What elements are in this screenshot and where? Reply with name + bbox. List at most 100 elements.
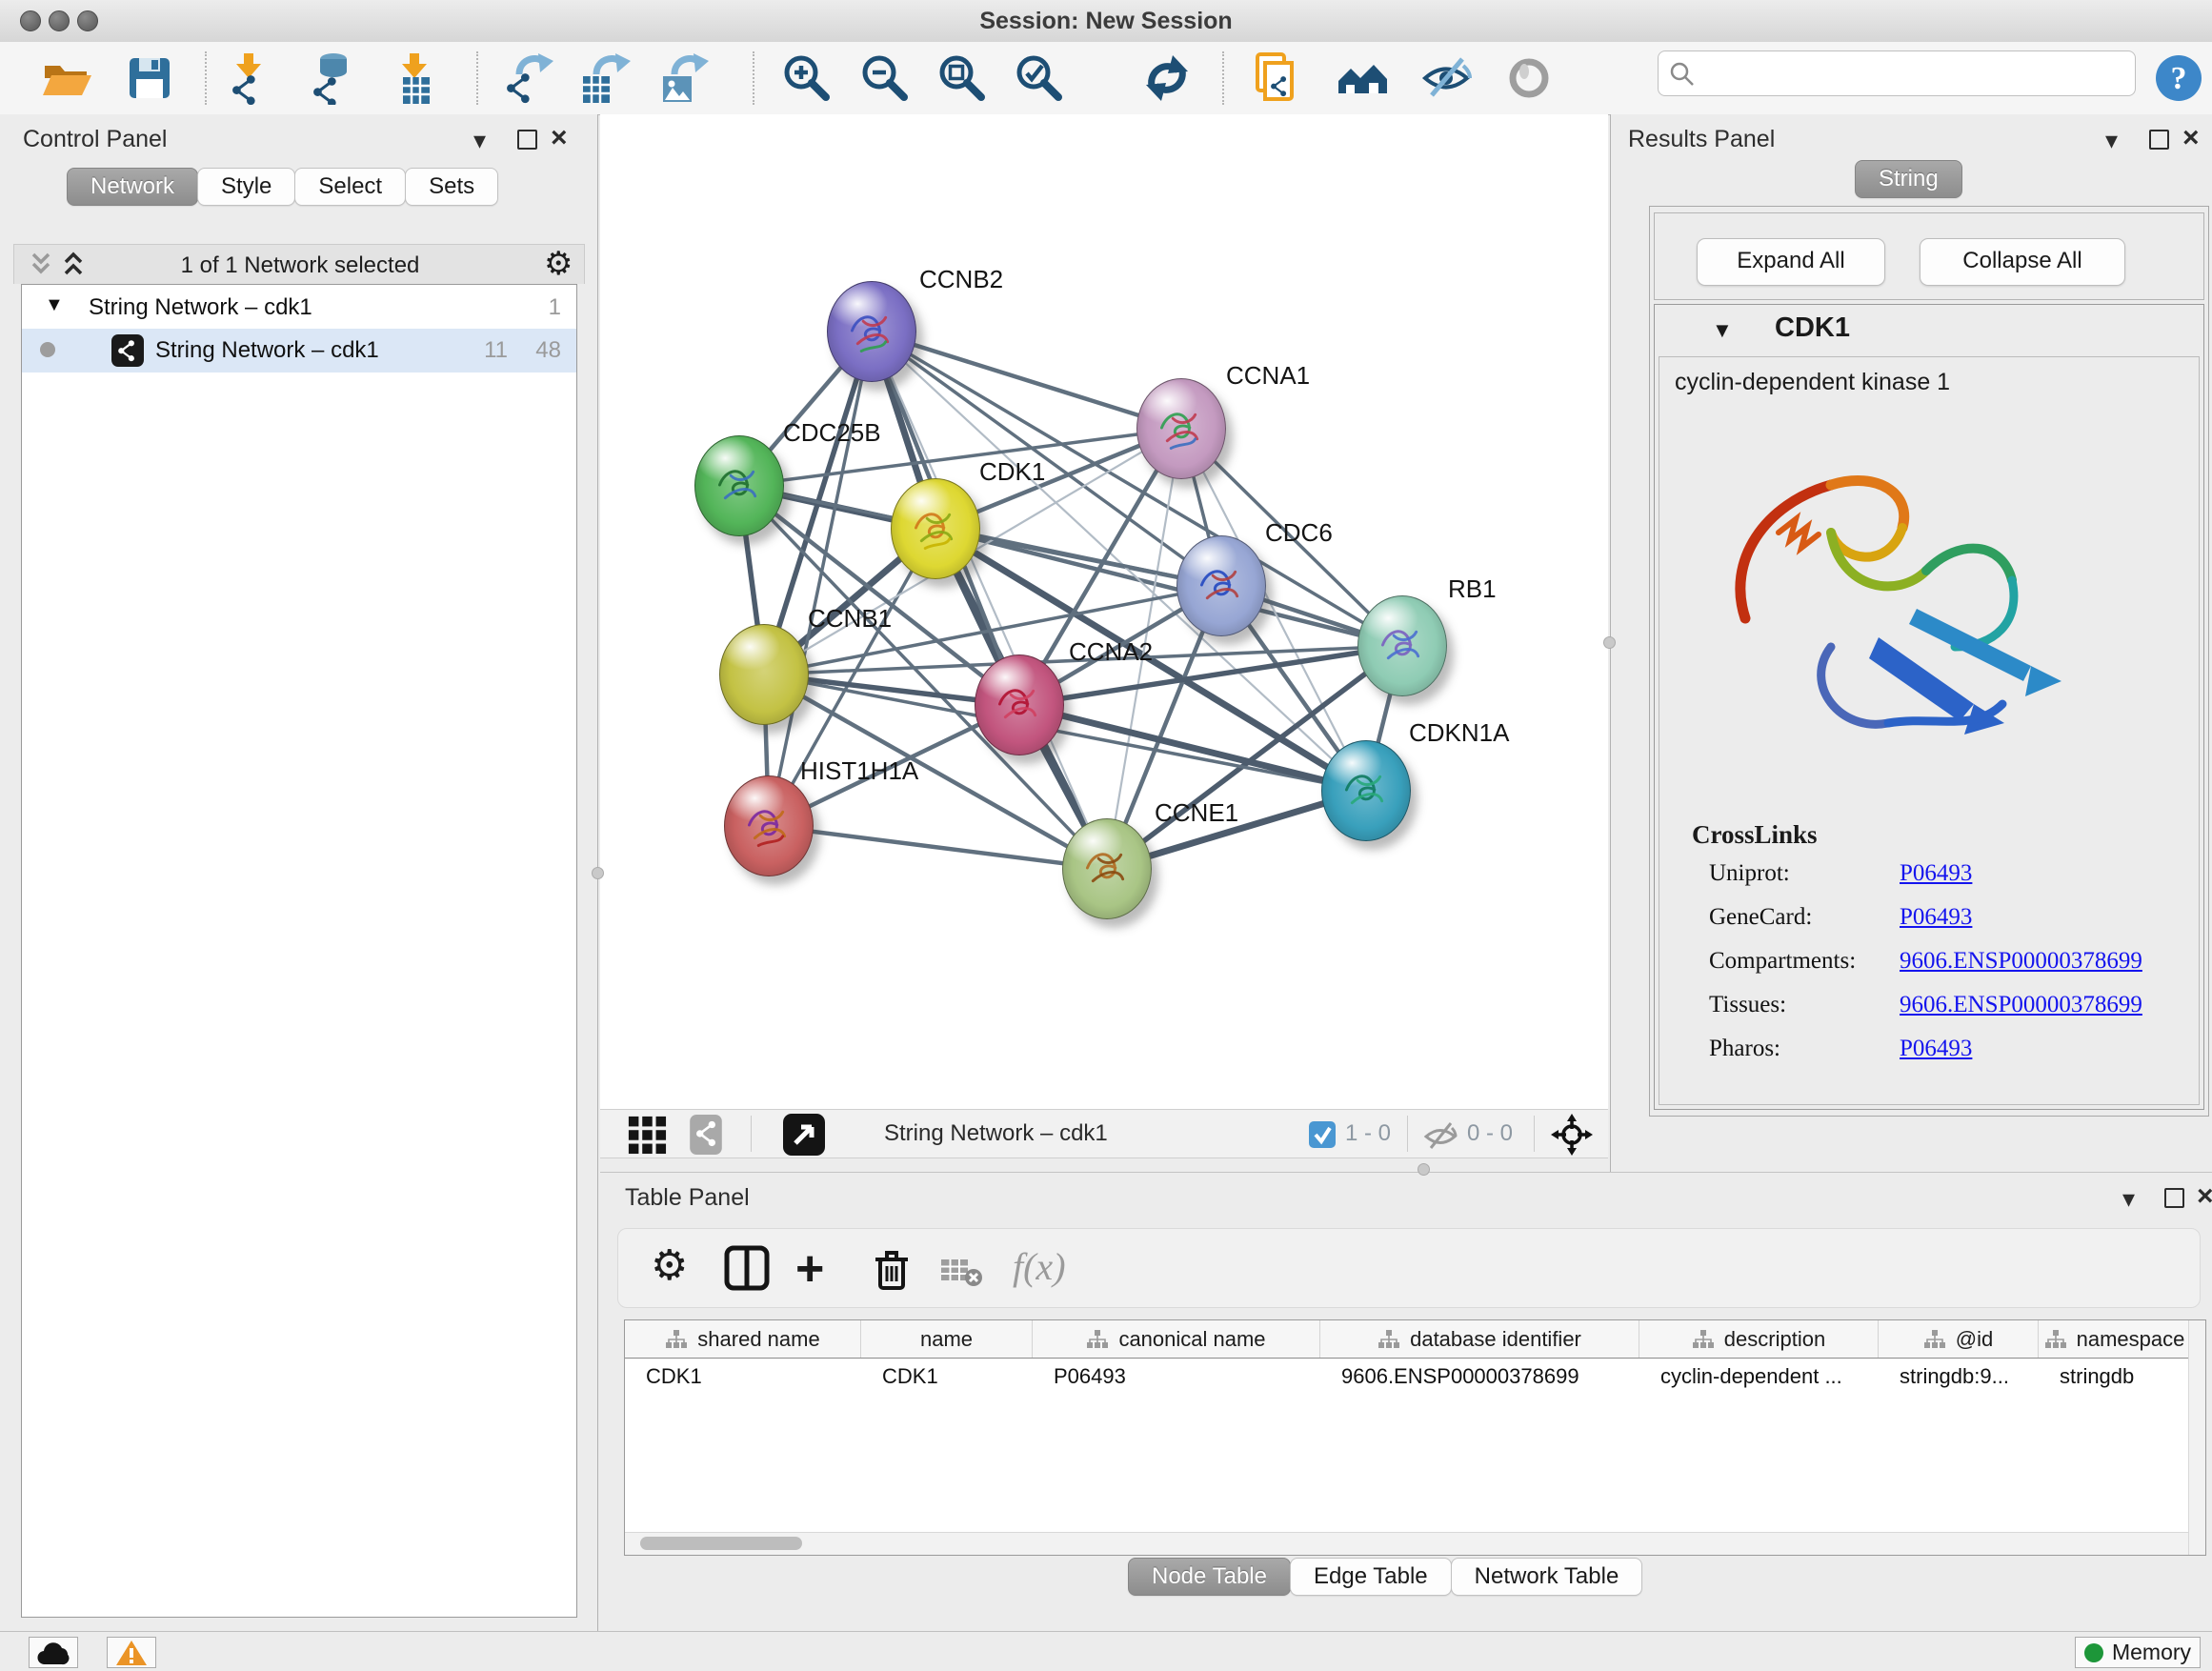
expand-all-button[interactable]: Expand All xyxy=(1697,238,1885,286)
panel-float-icon[interactable] xyxy=(2164,1188,2184,1208)
export-network-icon[interactable] xyxy=(504,51,557,105)
table-cell[interactable]: 9606.ENSP00000378699 xyxy=(1320,1359,1639,1395)
import-table-icon[interactable] xyxy=(388,51,441,105)
hidden-count-eye-icon[interactable] xyxy=(1423,1119,1458,1152)
edge-CCNB2-CCNE1[interactable] xyxy=(872,332,1107,869)
search-input[interactable] xyxy=(1702,55,2125,91)
column-header-database-identifier[interactable]: database identifier xyxy=(1320,1320,1639,1358)
crosslink-link[interactable]: P06493 xyxy=(1900,1036,1972,1062)
edge-HIST1H1A-CCNE1[interactable] xyxy=(769,826,1107,869)
panel-close-icon[interactable]: × xyxy=(2182,126,2200,151)
warnings-button[interactable] xyxy=(107,1637,156,1668)
network-collection-row[interactable]: ▼ String Network – cdk1 1 xyxy=(22,287,576,329)
hide-eye-icon[interactable] xyxy=(1419,51,1473,105)
save-session-icon[interactable] xyxy=(123,51,176,105)
network-row-selected[interactable]: String Network – cdk1 11 48 xyxy=(22,329,576,372)
birds-eye-crosshair-icon[interactable] xyxy=(1551,1114,1593,1156)
select-columns-icon[interactable] xyxy=(723,1244,771,1292)
share-document-icon[interactable] xyxy=(1250,51,1303,105)
grid-view-icon[interactable] xyxy=(627,1115,667,1155)
network-node-ccnb1[interactable] xyxy=(719,624,809,725)
network-node-ccnb2[interactable] xyxy=(827,281,916,382)
selected-count-checkbox-icon[interactable] xyxy=(1309,1121,1336,1148)
crosslink-link[interactable]: 9606.ENSP00000378699 xyxy=(1900,948,2142,975)
column-header-shared-name[interactable]: shared name xyxy=(625,1320,861,1358)
control-tab-style[interactable]: Style xyxy=(197,168,295,206)
home-icon[interactable] xyxy=(1336,51,1389,105)
zoom-out-icon[interactable] xyxy=(858,51,912,105)
scrollbar-thumb[interactable] xyxy=(640,1537,802,1550)
control-tab-network[interactable]: Network xyxy=(67,168,198,206)
column-header-canonical-name[interactable]: canonical name xyxy=(1033,1320,1320,1358)
cloud-status-button[interactable] xyxy=(29,1637,78,1668)
table-vertical-scrollbar[interactable] xyxy=(2188,1320,2205,1555)
column-header-namespace[interactable]: namespace xyxy=(2039,1320,2191,1358)
zoom-in-icon[interactable] xyxy=(780,51,834,105)
table-horizontal-scrollbar[interactable] xyxy=(625,1532,2188,1555)
export-image-icon[interactable] xyxy=(659,51,713,105)
panel-menu-icon[interactable]: ▾ xyxy=(2105,128,2118,152)
table-tab-node-table[interactable]: Node Table xyxy=(1128,1558,1291,1596)
crosslink-link[interactable]: P06493 xyxy=(1900,860,1972,887)
help-icon[interactable]: ? xyxy=(2155,54,2202,102)
results-tab-string[interactable]: String xyxy=(1855,160,1962,198)
network-node-cdc6[interactable] xyxy=(1176,535,1266,636)
table-cell[interactable]: stringdb xyxy=(2039,1359,2191,1395)
table-cell[interactable]: CDK1 xyxy=(625,1359,861,1395)
control-tab-select[interactable]: Select xyxy=(294,168,406,206)
panel-float-icon[interactable] xyxy=(517,130,537,150)
zoom-fit-icon[interactable] xyxy=(935,51,989,105)
network-node-ccna2[interactable] xyxy=(975,654,1064,755)
memory-button[interactable]: Memory xyxy=(2075,1637,2201,1668)
edge-CDC25B-CDC6[interactable] xyxy=(739,486,1221,586)
delete-column-icon[interactable] xyxy=(868,1244,915,1292)
network-options-gear-icon[interactable]: ⚙ xyxy=(544,248,573,280)
column-header--id[interactable]: @id xyxy=(1879,1320,2039,1358)
network-view-icon[interactable] xyxy=(686,1115,726,1155)
export-table-icon[interactable] xyxy=(581,51,634,105)
table-tab-network-table[interactable]: Network Table xyxy=(1451,1558,1643,1596)
network-node-ccne1[interactable] xyxy=(1062,818,1152,919)
collection-expand-icon[interactable]: ▼ xyxy=(45,294,64,316)
network-node-cdk1[interactable] xyxy=(891,478,980,579)
collapse-all-networks-icon[interactable] xyxy=(28,251,54,277)
table-tab-edge-table[interactable]: Edge Table xyxy=(1290,1558,1452,1596)
table-options-gear-icon[interactable]: ⚙ xyxy=(651,1250,688,1282)
collapse-all-button[interactable]: Collapse All xyxy=(1920,238,2125,286)
edge-CCNB2-CCNA1[interactable] xyxy=(872,332,1181,429)
detach-view-icon[interactable] xyxy=(783,1114,825,1156)
column-header-description[interactable]: description xyxy=(1639,1320,1879,1358)
table-row[interactable]: CDK1CDK1P064939606.ENSP00000378699cyclin… xyxy=(625,1359,2188,1395)
panel-menu-icon[interactable]: ▾ xyxy=(473,128,486,152)
network-node-ccna1[interactable] xyxy=(1136,378,1226,479)
import-network-database-icon[interactable] xyxy=(305,51,358,105)
network-canvas[interactable]: CCNB2CCNA1CDC25BCDK1CDC6RB1CCNB1CCNA2CDK… xyxy=(600,114,1608,1109)
network-node-cdc25b[interactable] xyxy=(694,435,784,536)
left-splitter-handle[interactable] xyxy=(592,867,604,879)
zoom-selected-icon[interactable] xyxy=(1013,51,1066,105)
expand-all-networks-icon[interactable] xyxy=(60,251,87,277)
column-header-name[interactable]: name xyxy=(861,1320,1033,1358)
panel-menu-icon[interactable]: ▾ xyxy=(2122,1186,2135,1211)
panel-float-icon[interactable] xyxy=(2149,130,2169,150)
table-cell[interactable]: P06493 xyxy=(1033,1359,1320,1395)
add-column-icon[interactable]: + xyxy=(795,1246,824,1292)
refresh-layout-icon[interactable] xyxy=(1140,51,1194,105)
panel-close-icon[interactable]: × xyxy=(2197,1184,2212,1209)
table-cell[interactable]: cyclin-dependent ... xyxy=(1639,1359,1879,1395)
entry-expand-icon[interactable]: ▼ xyxy=(1712,318,1733,343)
panel-close-icon[interactable]: × xyxy=(551,126,568,151)
table-cell[interactable]: stringdb:9... xyxy=(1879,1359,2039,1395)
network-node-hist1h1a[interactable] xyxy=(724,775,814,876)
network-node-cdkn1a[interactable] xyxy=(1321,740,1411,841)
crosslink-label: Compartments: xyxy=(1709,948,1856,975)
network-node-rb1[interactable] xyxy=(1357,595,1447,696)
import-network-icon[interactable] xyxy=(222,51,275,105)
crosslink-link[interactable]: 9606.ENSP00000378699 xyxy=(1900,992,2142,1018)
crosslink-link[interactable]: P06493 xyxy=(1900,904,1972,931)
open-session-icon[interactable] xyxy=(40,51,93,105)
bottom-splitter-handle[interactable] xyxy=(1418,1163,1430,1176)
table-cell[interactable]: CDK1 xyxy=(861,1359,1033,1395)
right-splitter-handle[interactable] xyxy=(1603,636,1616,649)
control-tab-sets[interactable]: Sets xyxy=(405,168,498,206)
